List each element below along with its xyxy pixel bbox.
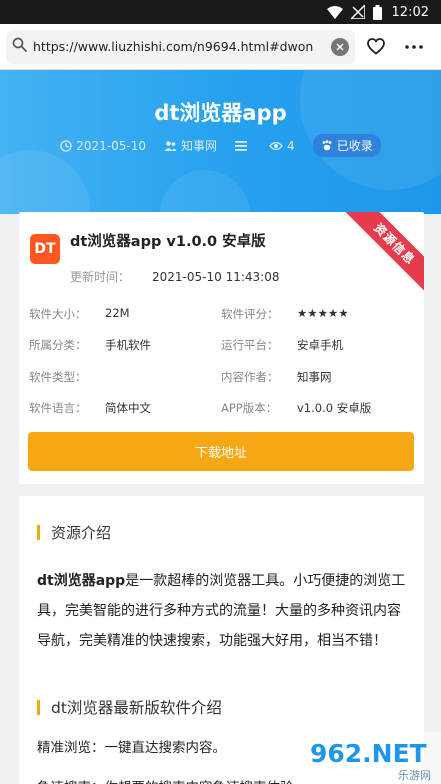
app-platform: 安卓手机 <box>297 338 343 353</box>
more-dots-icon <box>405 44 423 49</box>
favorite-button[interactable] <box>359 30 393 64</box>
url-text[interactable]: https://www.liuzhishi.com/n9694.html#dwo… <box>33 39 331 54</box>
app-details-grid: 软件大小： 22M 软件评分： ★★★★★ 所属分类： 手机软件 运行平台： 安卓手机 … <box>29 298 419 424</box>
browser-toolbar: https://www.liuzhishi.com/n9694.html#dwo… <box>0 24 441 70</box>
site-name: 知事网 <box>181 139 218 153</box>
app-language: 简体中文 <box>105 401 151 416</box>
feature-line: 精准浏览：一键直达搜索内容。 <box>37 740 226 756</box>
article-meta: 2021-05-10 知事网 4 已收录 <box>0 134 441 157</box>
detail-row: 所属分类： 手机软件 运行平台： 安卓手机 <box>29 338 343 353</box>
indexed-badge: 已收录 <box>312 134 381 157</box>
publish-date: 2021-05-10 <box>76 138 147 153</box>
view-count: 4 <box>287 138 295 153</box>
site-link[interactable]: 知事网 <box>164 137 217 154</box>
users-icon <box>164 140 177 151</box>
intro-paragraph: dt浏览器app是一款超棒的浏览器工具。小巧便捷的浏览工具，完美智能的进行多种方… <box>37 573 406 649</box>
heart-icon <box>367 38 385 55</box>
search-icon <box>12 37 27 56</box>
intro-bold: dt浏览器app <box>37 573 126 589</box>
app-logo: DT <box>30 234 60 264</box>
article-header: dt浏览器app 2021-05-10 知事网 4 已收录 <box>0 70 441 214</box>
page-title: dt浏览器app <box>154 101 287 125</box>
wifi-icon <box>326 5 343 19</box>
download-button[interactable]: 下载地址 <box>28 432 414 471</box>
app-rating: ★★★★★ <box>297 305 349 320</box>
app-author: 知事网 <box>297 369 332 384</box>
feature-line: 急速搜索：你想要的搜索内容急速搜索体验。 <box>37 776 307 784</box>
status-time: 12:02 <box>391 4 429 20</box>
status-bar: 12:02 <box>0 0 441 24</box>
site-watermark: 962.NET 乐游网 <box>302 732 441 784</box>
resource-info-ribbon: 资源信息 <box>345 212 424 294</box>
clock-icon <box>60 139 72 152</box>
battery-icon <box>372 4 382 20</box>
app-size: 22M <box>105 305 130 320</box>
detail-row: 软件类型： 内容作者： 知事网 <box>29 369 332 384</box>
app-version: v1.0.0 安卓版 <box>297 401 372 416</box>
detail-row: 软件语言： 简体中文 APP版本： v1.0.0 安卓版 <box>29 401 372 416</box>
watermark-text: 962.NET <box>310 739 427 768</box>
address-bar[interactable]: https://www.liuzhishi.com/n9694.html#dwo… <box>6 29 355 64</box>
signal-off-icon <box>350 5 365 19</box>
section-heading: 资源介绍 <box>37 522 111 543</box>
close-icon <box>336 42 344 51</box>
list-icon[interactable] <box>235 140 251 151</box>
detail-row: 软件大小： 22M 软件评分： ★★★★★ <box>29 305 349 321</box>
update-time: 更新时间： 2021-05-10 11:43:08 <box>70 270 280 284</box>
eye-icon <box>269 141 283 150</box>
paw-icon <box>322 140 332 151</box>
clear-url-button[interactable] <box>331 37 349 56</box>
app-name: dt浏览器app v1.0.0 安卓版 <box>70 234 266 250</box>
section-heading: dt浏览器最新版软件介绍 <box>37 696 222 718</box>
more-menu-button[interactable] <box>397 30 431 64</box>
svg-text:乐游网: 乐游网 <box>398 769 431 782</box>
app-info-card: DT dt浏览器app v1.0.0 安卓版 更新时间： 2021-05-10 1… <box>19 212 424 484</box>
app-category: 手机软件 <box>105 338 151 353</box>
